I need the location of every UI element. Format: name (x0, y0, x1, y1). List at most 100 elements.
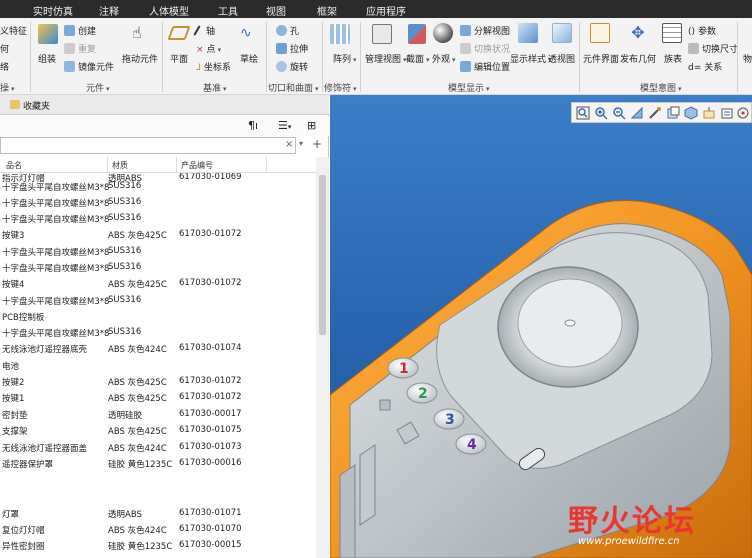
tree-row[interactable]: 十字盘头平尾自攻螺丝M3*8 SUS316 (0, 292, 316, 308)
ribbon-geom[interactable]: 何 (0, 42, 9, 55)
menu-applications[interactable]: 应用程序 (366, 3, 406, 18)
tree-row[interactable]: 按键1 ABS 灰色425C 617030-01072 (0, 389, 316, 405)
clear-search-icon[interactable]: × (285, 139, 293, 150)
tree-row[interactable]: 按键2 ABS 灰色425C 617030-01072 (0, 373, 316, 389)
ribbon-udf[interactable]: 义特征 (0, 24, 27, 37)
menu-live-sim[interactable]: 实时仿真 (33, 3, 73, 18)
tree-row[interactable]: 灯罩 透明ABS 617030-01071 (0, 505, 316, 521)
appearance-icon[interactable] (433, 23, 453, 43)
tree-scrollbar[interactable] (316, 157, 329, 558)
group-label-cut-surface: 切口和曲面 ▾ (268, 84, 319, 94)
plane-button[interactable]: 平面 (170, 52, 188, 65)
perspective-button[interactable]: 透视图 (548, 52, 575, 65)
ribbon-net[interactable]: 络 (0, 60, 9, 73)
tree-row[interactable]: 按键4 ABS 灰色425C 617030-01072 (0, 275, 316, 291)
component-interface-button[interactable]: 元件界面 (583, 52, 619, 65)
publish-geometry-button[interactable]: 发布几何 (620, 52, 656, 65)
group-label-ops: 操 ▾ (0, 84, 15, 94)
display-style-icon[interactable] (518, 23, 538, 43)
section-icon[interactable] (408, 24, 426, 44)
ribbon-truncated-item[interactable]: 物 (743, 52, 752, 65)
search-dropdown-icon[interactable]: ▾ (299, 139, 303, 148)
mirror-component-button[interactable]: 镜像元件 (64, 60, 114, 73)
manage-views-button[interactable]: 管理视图 ▾ (365, 52, 407, 65)
assemble-icon[interactable] (38, 24, 58, 44)
tree-row-name: 十字盘头平尾自攻螺丝M3*8 (2, 199, 110, 209)
parameters-button[interactable]: () 参数 (688, 24, 716, 37)
tree-row[interactable]: 无线泳池灯遥控器底壳 ABS 灰色424C 617030-01074 (0, 340, 316, 356)
create-button[interactable]: 创建 (64, 24, 96, 37)
tree-row-name: 十字盘头平尾自攻螺丝M3*8 (2, 329, 110, 339)
tree-row-part-number: 617030-01072 (179, 278, 242, 288)
tree-row[interactable]: PCB控制板 (0, 308, 316, 324)
pattern-icon[interactable] (330, 24, 350, 44)
tree-row[interactable]: 密封垫 透明硅胶 617030-00017 (0, 406, 316, 422)
axis-button[interactable]: 轴 (193, 24, 215, 37)
tree-row[interactable]: 异性密封圈 硅胶 黄色1235C 617030-00015 (0, 537, 316, 553)
switch-dimensions-button[interactable]: 切换尺寸 (688, 42, 738, 55)
tree-row[interactable]: 十字盘头平尾自攻螺丝M3*8 SUS316 (0, 243, 316, 259)
tree-row-material: SUS316 (108, 262, 142, 272)
tree-row[interactable]: 十字盘头平尾自攻螺丝M3*8 SUS316 (0, 259, 316, 275)
toggle-status-button[interactable]: 切换状况 (460, 42, 510, 55)
tree-row[interactable]: 按键3 ABS 灰色425C 617030-01072 (0, 226, 316, 242)
menu-annotate[interactable]: 注释 (99, 3, 119, 18)
tree-row[interactable]: 十字盘头平尾自攻螺丝M3*8 SUS316 (0, 324, 316, 340)
plane-icon[interactable] (167, 26, 191, 40)
tree-row[interactable]: 十字盘头平尾自攻螺丝M3*8 SUS316 (0, 210, 316, 226)
perspective-icon[interactable] (552, 23, 572, 43)
section-button[interactable]: 截面 ▾ (406, 52, 430, 65)
tree-scrollbar-thumb[interactable] (319, 175, 326, 335)
family-table-button[interactable]: 族表 (664, 52, 682, 65)
manage-views-icon[interactable] (372, 24, 392, 44)
keypad-label-1: 1 (399, 361, 409, 377)
tree-row[interactable] (0, 487, 316, 503)
edit-position-button[interactable]: 编辑位置 (460, 60, 510, 73)
component-interface-icon[interactable] (590, 23, 610, 43)
tree-columns-icon[interactable]: ⊞ (307, 119, 316, 132)
tree-row-part-number: 617030-00015 (179, 540, 242, 550)
point-button[interactable]: × 点 ▾ (196, 42, 221, 55)
tree-row[interactable]: 电池 (0, 357, 316, 373)
menu-bar: 实时仿真 注释 人体模型 工具 视图 框架 应用程序 (0, 0, 752, 18)
revolve-button[interactable]: 旋转 (276, 60, 308, 73)
pattern-button[interactable]: 阵列 ▾ (333, 52, 357, 65)
tree-row[interactable] (0, 471, 316, 487)
repeat-button[interactable]: 重复 (64, 42, 96, 55)
drag-component-button[interactable]: 拖动元件 (122, 52, 158, 65)
sketch-button[interactable]: 草绘 (240, 52, 258, 65)
tab-favorites[interactable]: 收藏夹 (23, 99, 50, 112)
tree-filter-icon[interactable]: ¶ı (248, 119, 258, 132)
add-filter-icon[interactable]: + (312, 137, 322, 151)
tree-row[interactable]: 遥控器保护罩 硅胶 黄色1235C 617030-00016 (0, 455, 316, 471)
search-input[interactable] (0, 137, 296, 154)
tree-row[interactable]: 无线泳池灯遥控器面盖 ABS 灰色424C 617030-01073 (0, 439, 316, 455)
column-part-number[interactable]: 产品编号 (181, 160, 213, 171)
tree-settings-icon[interactable]: ☰▾ (278, 119, 291, 132)
extrude-button[interactable]: 拉伸 (276, 42, 308, 55)
graphics-viewport[interactable]: 1 2 3 4 (330, 95, 752, 558)
publish-geometry-icon[interactable]: ✥ (628, 23, 648, 43)
column-material[interactable]: 材质 (112, 160, 128, 171)
menu-manikin[interactable]: 人体模型 (149, 3, 189, 18)
sketch-icon[interactable]: ∿ (240, 26, 258, 40)
assemble-button[interactable]: 组装 (38, 52, 56, 65)
keypad-label-3: 3 (445, 412, 455, 428)
menu-tools[interactable]: 工具 (218, 3, 238, 18)
tree-row[interactable]: 支撑架 ABS 灰色425C 617030-01075 (0, 422, 316, 438)
menu-view[interactable]: 视图 (266, 3, 286, 18)
tree-row[interactable]: 复位灯灯帽 ABS 灰色424C 617030-01070 (0, 521, 316, 537)
hole-button[interactable]: 孔 (276, 24, 299, 37)
remote-model[interactable]: 1 2 3 4 (330, 95, 752, 558)
column-name[interactable]: 品名 (6, 160, 22, 171)
family-table-icon[interactable] (662, 23, 682, 43)
appearance-button[interactable]: 外观 ▾ (432, 52, 456, 65)
tree-row[interactable]: 十字盘头平尾自攻螺丝M3*8 SUS316 (0, 178, 316, 194)
drag-icon[interactable]: ☝ (132, 24, 150, 44)
menu-framework[interactable]: 框架 (317, 3, 337, 18)
explode-view-button[interactable]: 分解视图 (460, 24, 510, 37)
display-style-button[interactable]: 显示样式 ▾ (510, 52, 552, 65)
csys-button[interactable]: ⅃ 坐标系 (196, 60, 231, 73)
relations-button[interactable]: d= 关系 (688, 60, 722, 73)
tree-row[interactable]: 十字盘头平尾自攻螺丝M3*8 SUS316 (0, 194, 316, 210)
